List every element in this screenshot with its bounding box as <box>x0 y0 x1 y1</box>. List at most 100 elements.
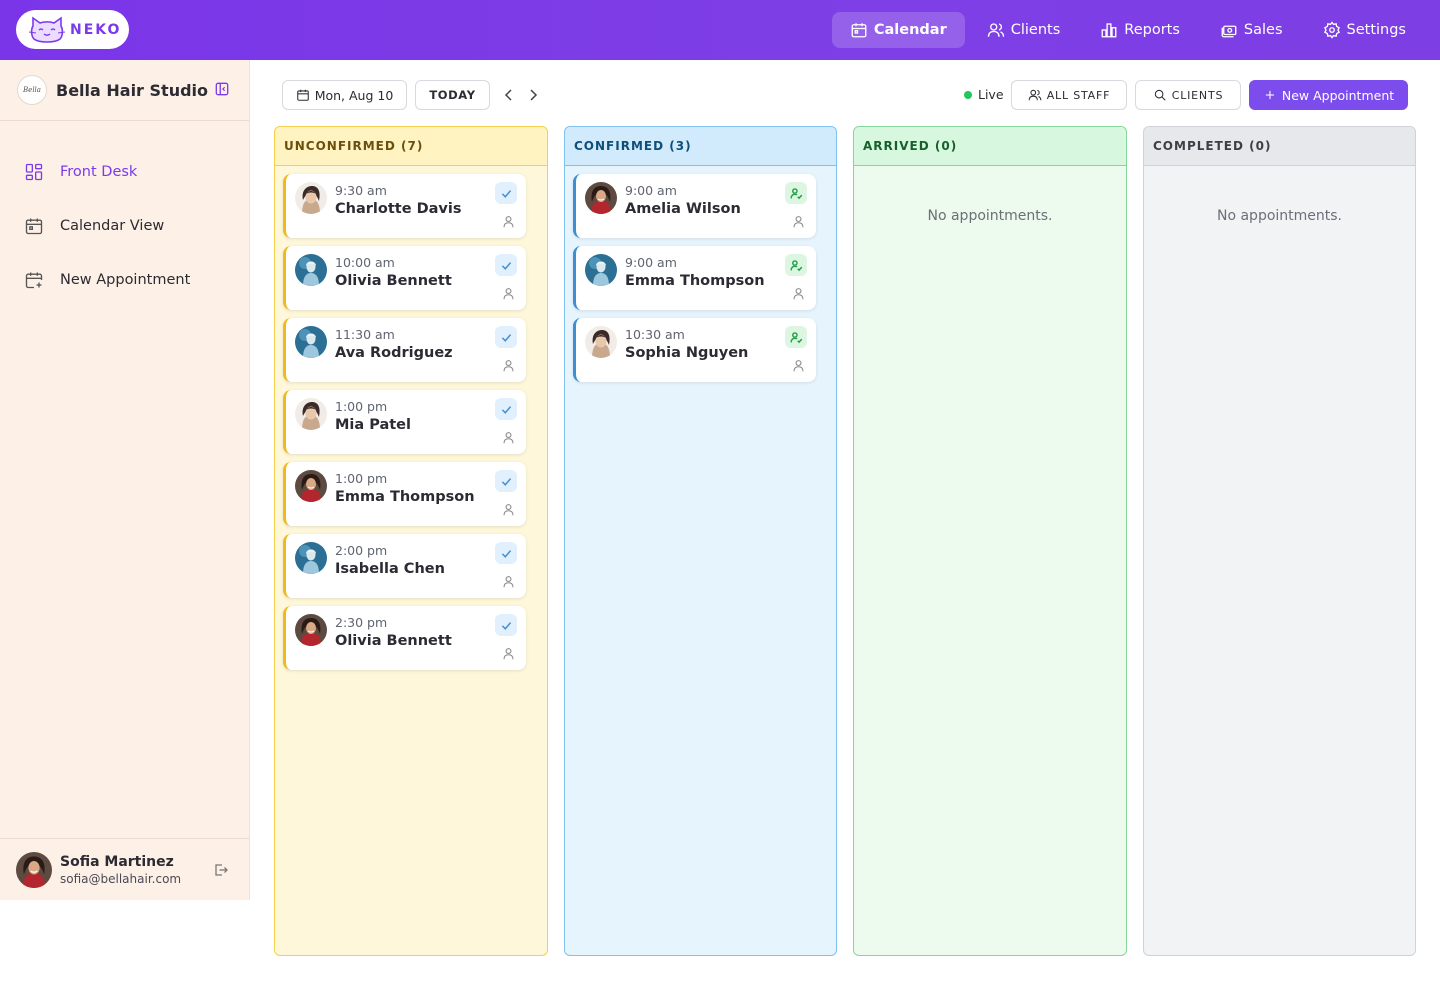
confirm-button[interactable] <box>495 326 517 348</box>
appointment-card[interactable]: 2:30 pm Olivia Bennett <box>283 606 526 670</box>
main-nav: Calendar Clients Reports Sales Settings <box>828 12 1440 48</box>
check-icon <box>501 549 511 558</box>
dashboard-grid-icon <box>25 163 43 181</box>
person-icon[interactable] <box>502 503 515 516</box>
avatar <box>585 182 617 214</box>
confirm-button[interactable] <box>495 470 517 492</box>
live-dot-icon <box>964 90 972 99</box>
bar-chart-icon <box>1101 23 1117 38</box>
avatar <box>295 398 327 430</box>
column-confirmed: CONFIRMED (3) 9:00 am Amelia Wilson 9:00… <box>564 126 837 956</box>
users-icon <box>1028 89 1042 101</box>
confirm-button[interactable] <box>495 398 517 420</box>
nav-sales[interactable]: Sales <box>1202 12 1301 48</box>
board-toolbar: Mon, Aug 10 TODAY Live ALL STAFF CLIENTS… <box>282 80 1408 110</box>
chevron-left-icon[interactable] <box>501 87 517 103</box>
person-icon[interactable] <box>502 215 515 228</box>
logout-icon[interactable] <box>213 862 229 878</box>
client-name: Charlotte Davis <box>335 201 462 217</box>
nav-settings[interactable]: Settings <box>1305 12 1424 48</box>
date-picker-button[interactable]: Mon, Aug 10 <box>282 80 407 110</box>
person-icon[interactable] <box>792 359 805 372</box>
avatar <box>295 254 327 286</box>
sidebar: Bella Bella Hair Studio Front Desk Calen… <box>0 60 250 900</box>
avatar <box>295 326 327 358</box>
appointment-time: 2:00 pm <box>335 543 388 558</box>
app-logo[interactable]: NEKO <box>16 10 129 49</box>
column-title: ARRIVED (0) <box>854 127 1126 166</box>
calendar-plus-icon <box>25 272 43 289</box>
appointment-card[interactable]: 9:00 am Emma Thompson <box>573 246 816 310</box>
empty-state-text: No appointments. <box>927 208 1053 224</box>
current-user: Sofia Martinez sofia@bellahair.com <box>0 838 249 900</box>
person-check-icon <box>789 259 802 271</box>
user-name: Sofia Martinez <box>60 853 174 870</box>
mark-arrived-button[interactable] <box>785 182 807 204</box>
nav-calendar-label: Calendar <box>873 22 947 38</box>
top-navigation-bar: NEKO Calendar Clients Reports Sales Sett… <box>0 0 1440 60</box>
appointment-time: 11:30 am <box>335 327 395 342</box>
nav-reports[interactable]: Reports <box>1082 12 1198 48</box>
appointment-card[interactable]: 1:00 pm Mia Patel <box>283 390 526 454</box>
clients-search-button[interactable]: CLIENTS <box>1135 80 1241 110</box>
plus-icon <box>1265 90 1274 100</box>
user-email: sofia@bellahair.com <box>60 871 182 886</box>
person-icon[interactable] <box>502 287 515 300</box>
appointment-card[interactable]: 9:30 am Charlotte Davis <box>283 174 526 238</box>
confirm-button[interactable] <box>495 254 517 276</box>
person-icon[interactable] <box>502 647 515 660</box>
client-name: Olivia Bennett <box>335 273 452 289</box>
check-icon <box>501 477 511 486</box>
client-name: Isabella Chen <box>335 561 445 577</box>
confirm-button[interactable] <box>495 182 517 204</box>
collapse-sidebar-icon[interactable] <box>215 82 229 96</box>
person-icon[interactable] <box>792 287 805 300</box>
all-staff-button[interactable]: ALL STAFF <box>1011 80 1127 110</box>
appointment-card[interactable]: 1:00 pm Emma Thompson <box>283 462 526 526</box>
column-unconfirmed: UNCONFIRMED (7) 9:30 am Charlotte Davis … <box>274 126 548 956</box>
column-title: CONFIRMED (3) <box>565 127 836 166</box>
appointment-card[interactable]: 2:00 pm Isabella Chen <box>283 534 526 598</box>
new-appointment-button[interactable]: New Appointment <box>1249 80 1408 110</box>
chevron-right-icon[interactable] <box>525 87 541 103</box>
check-icon <box>501 189 511 198</box>
studio-name: Bella Hair Studio <box>56 80 209 100</box>
register-icon <box>1221 25 1237 38</box>
avatar <box>295 470 327 502</box>
new-appointment-label: New Appointment <box>1281 87 1395 103</box>
mark-arrived-button[interactable] <box>785 326 807 348</box>
today-button[interactable]: TODAY <box>415 80 490 110</box>
confirm-button[interactable] <box>495 542 517 564</box>
sidebar-item-front-desk[interactable]: Front Desk <box>0 145 249 199</box>
mark-arrived-button[interactable] <box>785 254 807 276</box>
person-icon[interactable] <box>792 215 805 228</box>
check-icon <box>501 621 511 630</box>
nav-calendar[interactable]: Calendar <box>831 12 965 48</box>
appointment-card[interactable]: 11:30 am Ava Rodriguez <box>283 318 526 382</box>
live-indicator: Live <box>964 87 1004 102</box>
column-completed: COMPLETED (0) No appointments. <box>1143 126 1416 956</box>
appointment-card[interactable]: 10:30 am Sophia Nguyen <box>573 318 816 382</box>
sidebar-item-label: Calendar View <box>60 218 165 234</box>
nav-clients[interactable]: Clients <box>969 12 1079 48</box>
appointment-time: 10:30 am <box>625 327 685 342</box>
confirm-button[interactable] <box>495 614 517 636</box>
sidebar-item-calendar-view[interactable]: Calendar View <box>0 199 249 253</box>
avatar[interactable] <box>16 852 52 888</box>
person-icon[interactable] <box>502 359 515 372</box>
appointment-card[interactable]: 9:00 am Amelia Wilson <box>573 174 816 238</box>
appointment-time: 10:00 am <box>335 255 395 270</box>
check-icon <box>501 405 511 414</box>
client-name: Emma Thompson <box>625 273 765 289</box>
person-icon[interactable] <box>502 575 515 588</box>
person-icon[interactable] <box>502 431 515 444</box>
sidebar-item-new-appointment[interactable]: New Appointment <box>0 253 249 307</box>
sidebar-item-label: New Appointment <box>60 272 191 288</box>
sidebar-menu: Front Desk Calendar View New Appointment <box>0 121 249 307</box>
client-name: Sophia Nguyen <box>625 345 749 361</box>
column-arrived: ARRIVED (0) No appointments. <box>853 126 1127 956</box>
appointment-card[interactable]: 10:00 am Olivia Bennett <box>283 246 526 310</box>
gear-icon <box>1323 21 1340 39</box>
calendar-icon <box>296 89 309 101</box>
client-name: Ava Rodriguez <box>335 345 453 361</box>
